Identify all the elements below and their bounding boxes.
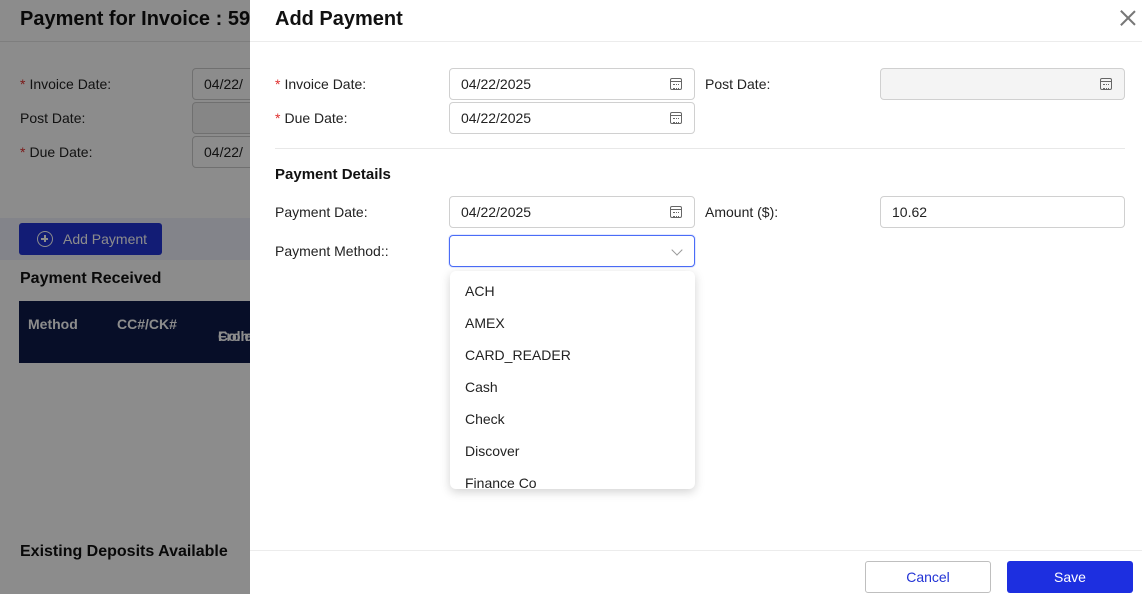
dropdown-option-ach[interactable]: ACH <box>450 275 695 307</box>
dropdown-option-check[interactable]: Check <box>450 403 695 435</box>
required-marker: * <box>275 110 281 126</box>
drawer-footer: Cancel Save <box>250 550 1142 594</box>
payment-method-select[interactable] <box>449 235 695 267</box>
post-date-input[interactable] <box>880 68 1125 100</box>
divider <box>275 148 1125 149</box>
cancel-button[interactable]: Cancel <box>865 561 991 593</box>
save-button[interactable]: Save <box>1007 561 1133 593</box>
chevron-down-icon[interactable] <box>671 244 683 256</box>
calendar-icon[interactable] <box>670 112 682 124</box>
dropdown-option-finance-co[interactable]: Finance Co <box>450 467 695 489</box>
due-date-label: * Due Date: <box>275 110 348 126</box>
add-payment-drawer: Add Payment * Invoice Date: 04/22/2025 Po… <box>250 0 1142 594</box>
dropdown-option-cash[interactable]: Cash <box>450 371 695 403</box>
invoice-date-input[interactable]: 04/22/2025 <box>449 68 695 100</box>
calendar-icon[interactable] <box>670 206 682 218</box>
drawer-title: Add Payment <box>275 8 403 30</box>
drawer-header: Add Payment <box>250 0 1142 42</box>
invoice-date-label: * Invoice Date: <box>275 76 367 92</box>
payment-details-title: Payment Details <box>275 166 391 183</box>
dropdown-option-card-reader[interactable]: CARD_READER <box>450 339 695 371</box>
amount-input[interactable]: 10.62 <box>880 196 1125 228</box>
calendar-icon[interactable] <box>670 78 682 90</box>
post-date-label: Post Date: <box>705 76 771 92</box>
amount-label: Amount ($): <box>705 204 779 220</box>
payment-method-dropdown: ACH AMEX CARD_READER Cash Check Discover… <box>450 271 695 489</box>
payment-date-input[interactable]: 04/22/2025 <box>449 196 695 228</box>
due-date-input[interactable]: 04/22/2025 <box>449 102 695 134</box>
dropdown-option-discover[interactable]: Discover <box>450 435 695 467</box>
payment-date-label: Payment Date: <box>275 204 368 220</box>
dropdown-option-amex[interactable]: AMEX <box>450 307 695 339</box>
required-marker: * <box>275 76 281 92</box>
close-icon[interactable] <box>1120 10 1136 26</box>
payment-method-label: Payment Method:: <box>275 243 389 259</box>
calendar-icon[interactable] <box>1100 78 1112 90</box>
